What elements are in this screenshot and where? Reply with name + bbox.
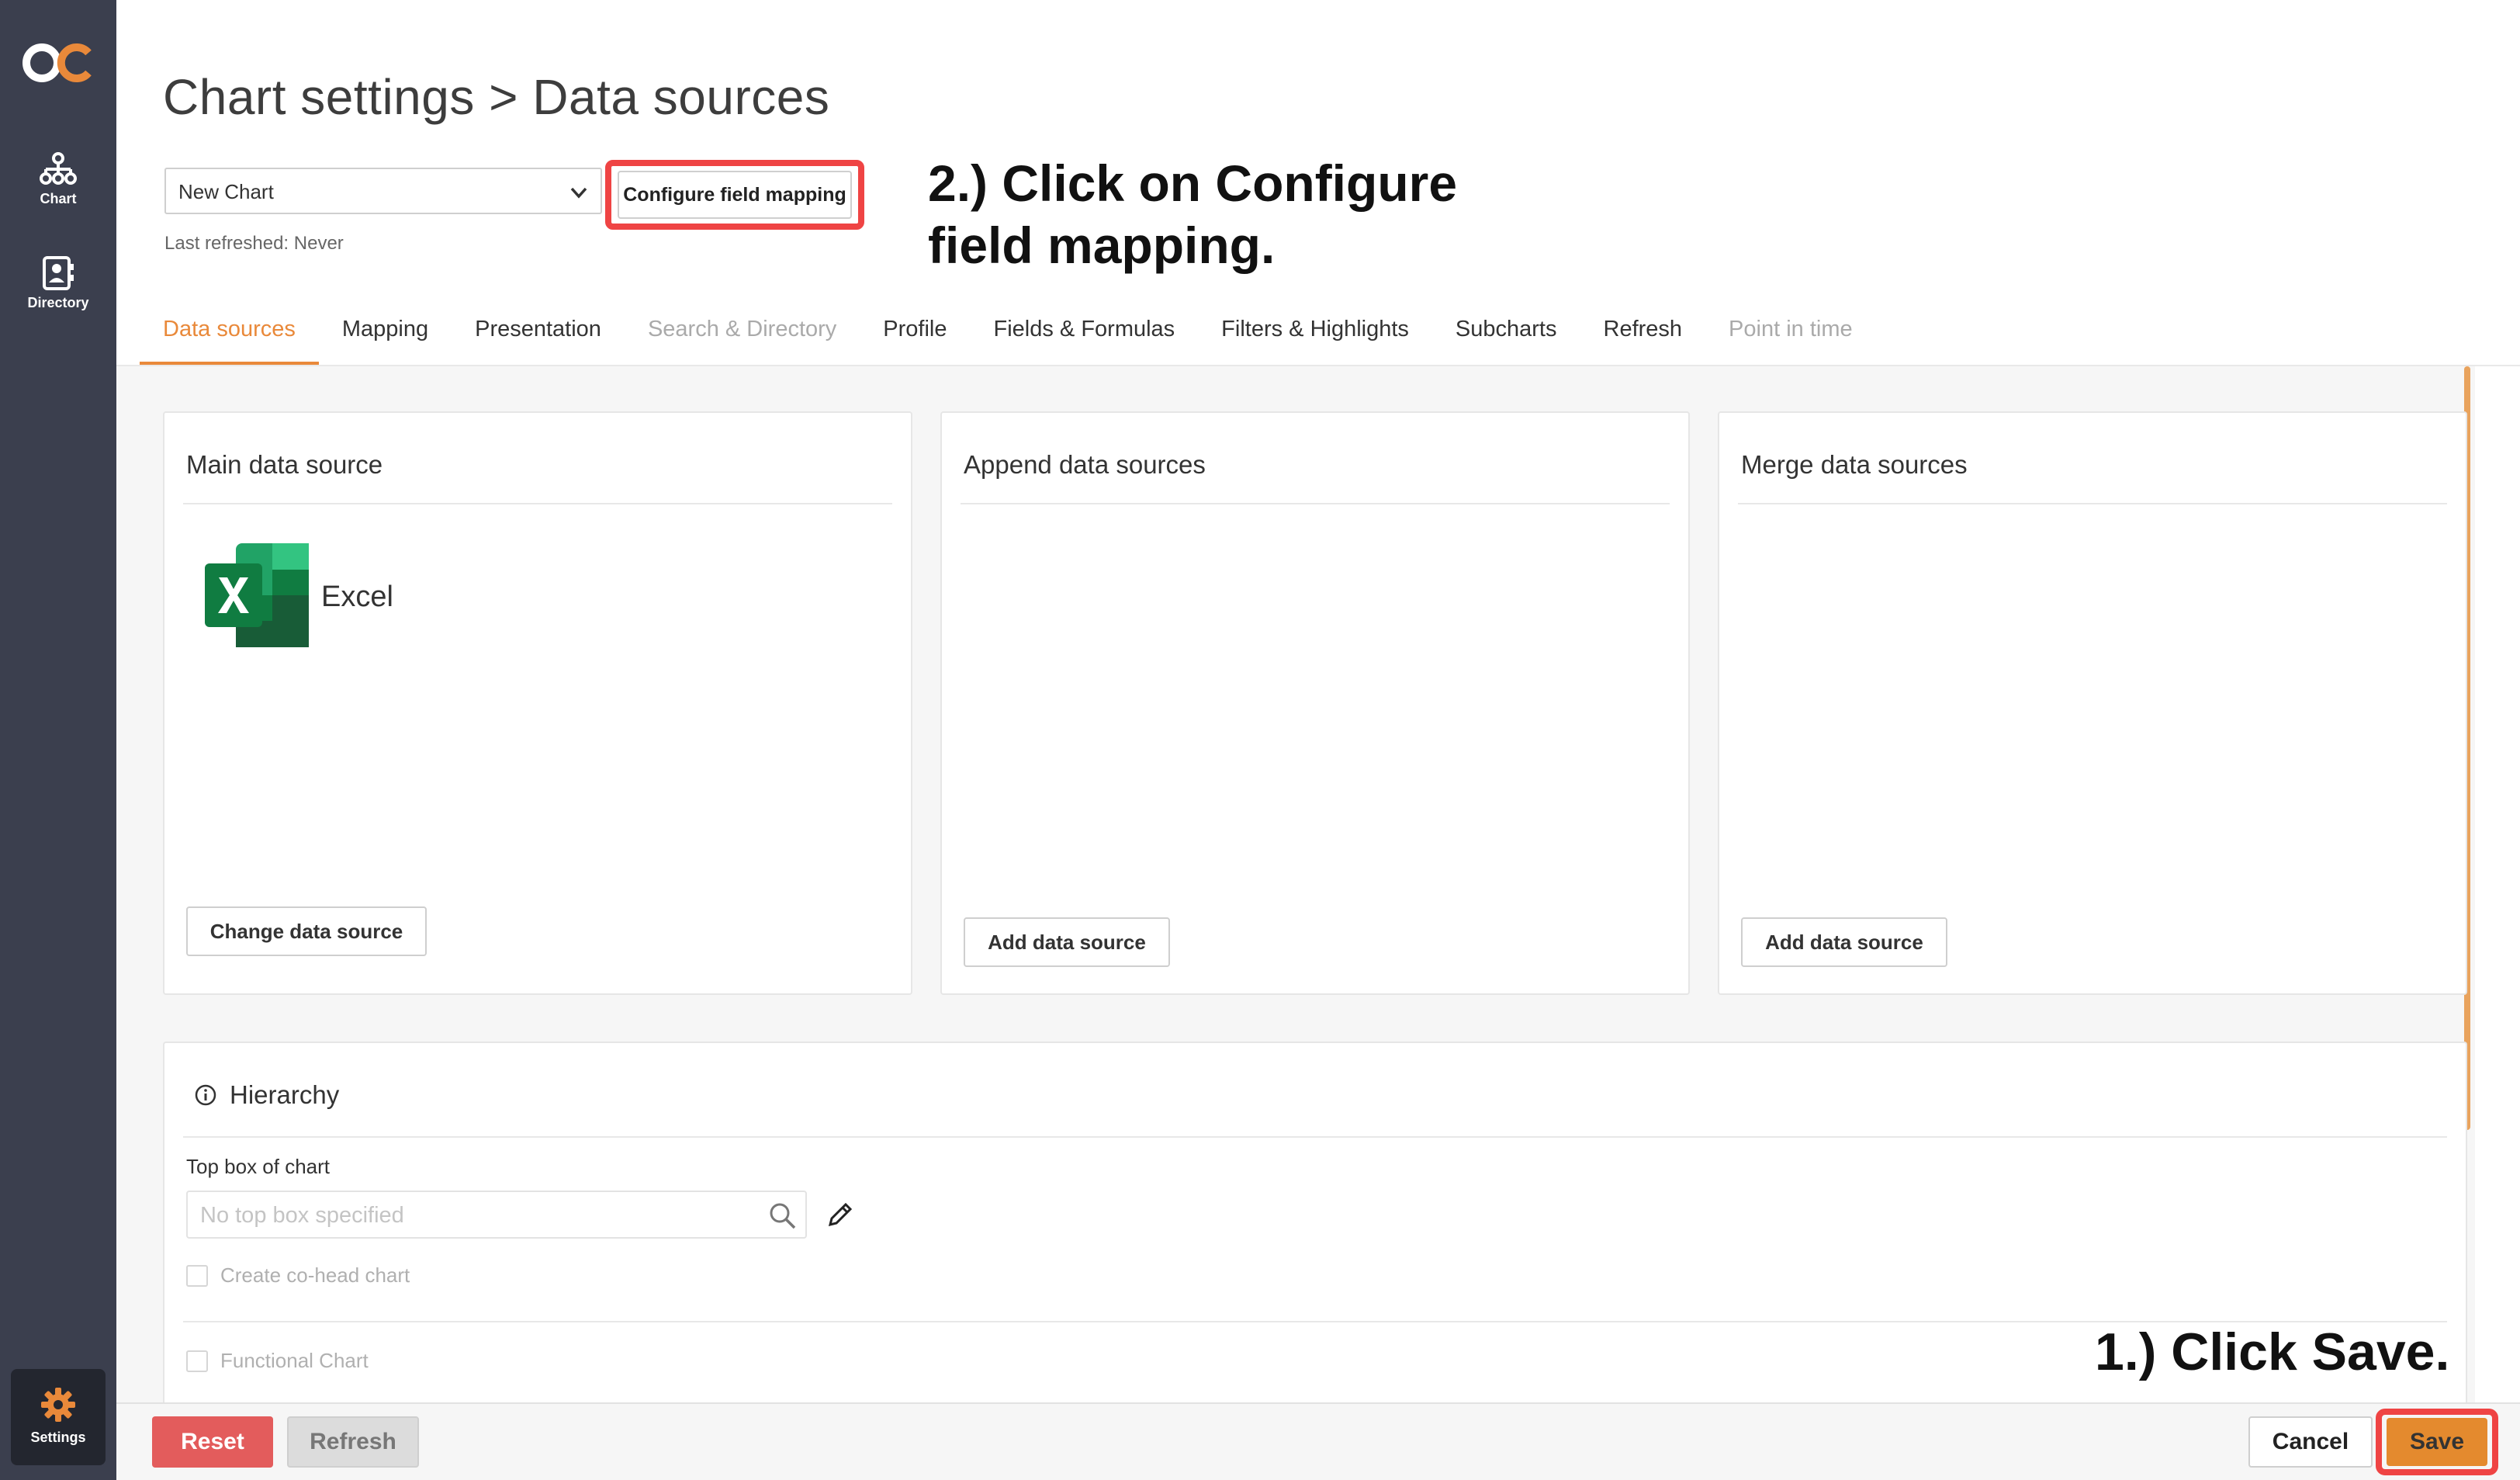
chart-select-value: New Chart [178,180,274,203]
top-box-input[interactable]: No top box specified [186,1191,807,1239]
append-data-sources-card: Append data sources Add data source [940,411,1690,995]
pencil-icon[interactable] [826,1200,855,1229]
page-title: Chart settings > Data sources [163,69,830,125]
nav-chart-label: Chart [40,191,77,206]
gear-icon [41,1388,75,1422]
last-refreshed-text: Last refreshed: Never [164,233,344,254]
tab-subcharts[interactable]: Subcharts [1432,309,1580,365]
nav-directory[interactable]: Directory [0,256,116,311]
annotation-step-2: 2.) Click on Configure field mapping. [928,152,1518,276]
main-data-source-title: Main data source [186,450,383,479]
chevron-down-icon [570,187,587,199]
hierarchy-divider [183,1136,2447,1138]
chart-select[interactable]: New Chart [164,168,602,214]
add-append-source-button[interactable]: Add data source [964,917,1170,967]
tab-presentation[interactable]: Presentation [452,309,625,365]
top-box-label: Top box of chart [186,1155,330,1178]
functional-chart-checkbox[interactable] [186,1350,208,1372]
left-nav: Chart Directory Settings [0,0,116,1480]
nav-settings-label: Settings [30,1430,86,1445]
annotation-step-1: 1.) Click Save. [2095,1322,2450,1381]
nav-settings[interactable]: Settings [11,1369,106,1465]
main-area: Chart settings > Data sources New Chart … [116,0,2520,1480]
tab-filters-highlights[interactable]: Filters & Highlights [1198,309,1432,365]
excel-icon [205,543,309,647]
tab-profile[interactable]: Profile [860,309,970,365]
annotation-step-2-line-2: field mapping. [928,217,1276,274]
card-divider [1738,503,2447,504]
tab-search-directory: Search & Directory [647,317,837,341]
merge-data-sources-title: Merge data sources [1741,450,1968,479]
tab-mapping[interactable]: Mapping [319,309,452,365]
annotation-step-2-line-1: 2.) Click on Configure [928,154,1458,212]
cohead-label: Create co-head chart [220,1263,410,1287]
merge-data-sources-card: Merge data sources Add data source [1718,411,2467,995]
tab-point-in-time: Point in time [1729,317,1853,341]
cancel-button[interactable]: Cancel [2248,1416,2373,1468]
card-divider [961,503,1670,504]
search-icon[interactable] [768,1201,798,1231]
tab-fields-formulas[interactable]: Fields & Formulas [971,309,1199,365]
reset-button[interactable]: Reset [152,1416,273,1468]
change-data-source-button[interactable]: Change data source [186,906,427,956]
tab-refresh[interactable]: Refresh [1580,309,1706,365]
excel-source-label: Excel [321,581,393,613]
save-button[interactable]: Save [2387,1418,2487,1466]
info-icon[interactable] [194,1083,217,1107]
org-chart-icon [40,152,77,185]
hierarchy-title: Hierarchy [230,1080,340,1109]
nav-chart[interactable]: Chart [0,152,116,207]
main-data-source-card: Main data source Excel Change data sourc… [163,411,912,995]
oc-logo-icon [22,43,92,82]
add-merge-source-button[interactable]: Add data source [1741,917,1947,967]
tab-data-sources[interactable]: Data sources [140,309,319,365]
refresh-button[interactable]: Refresh [287,1416,419,1468]
nav-directory-label: Directory [27,295,89,310]
settings-tabs: Data sources Mapping Presentation Search… [140,309,1876,365]
cohead-checkbox[interactable] [186,1265,208,1287]
directory-icon [43,256,74,290]
card-divider [183,503,892,504]
footer-bar: Reset Refresh Cancel Save [116,1402,2520,1480]
configure-field-mapping-button[interactable]: Configure field mapping [618,171,852,219]
functional-chart-label: Functional Chart [220,1349,369,1372]
top-box-placeholder: No top box specified [200,1203,404,1228]
append-data-sources-title: Append data sources [964,450,1206,479]
